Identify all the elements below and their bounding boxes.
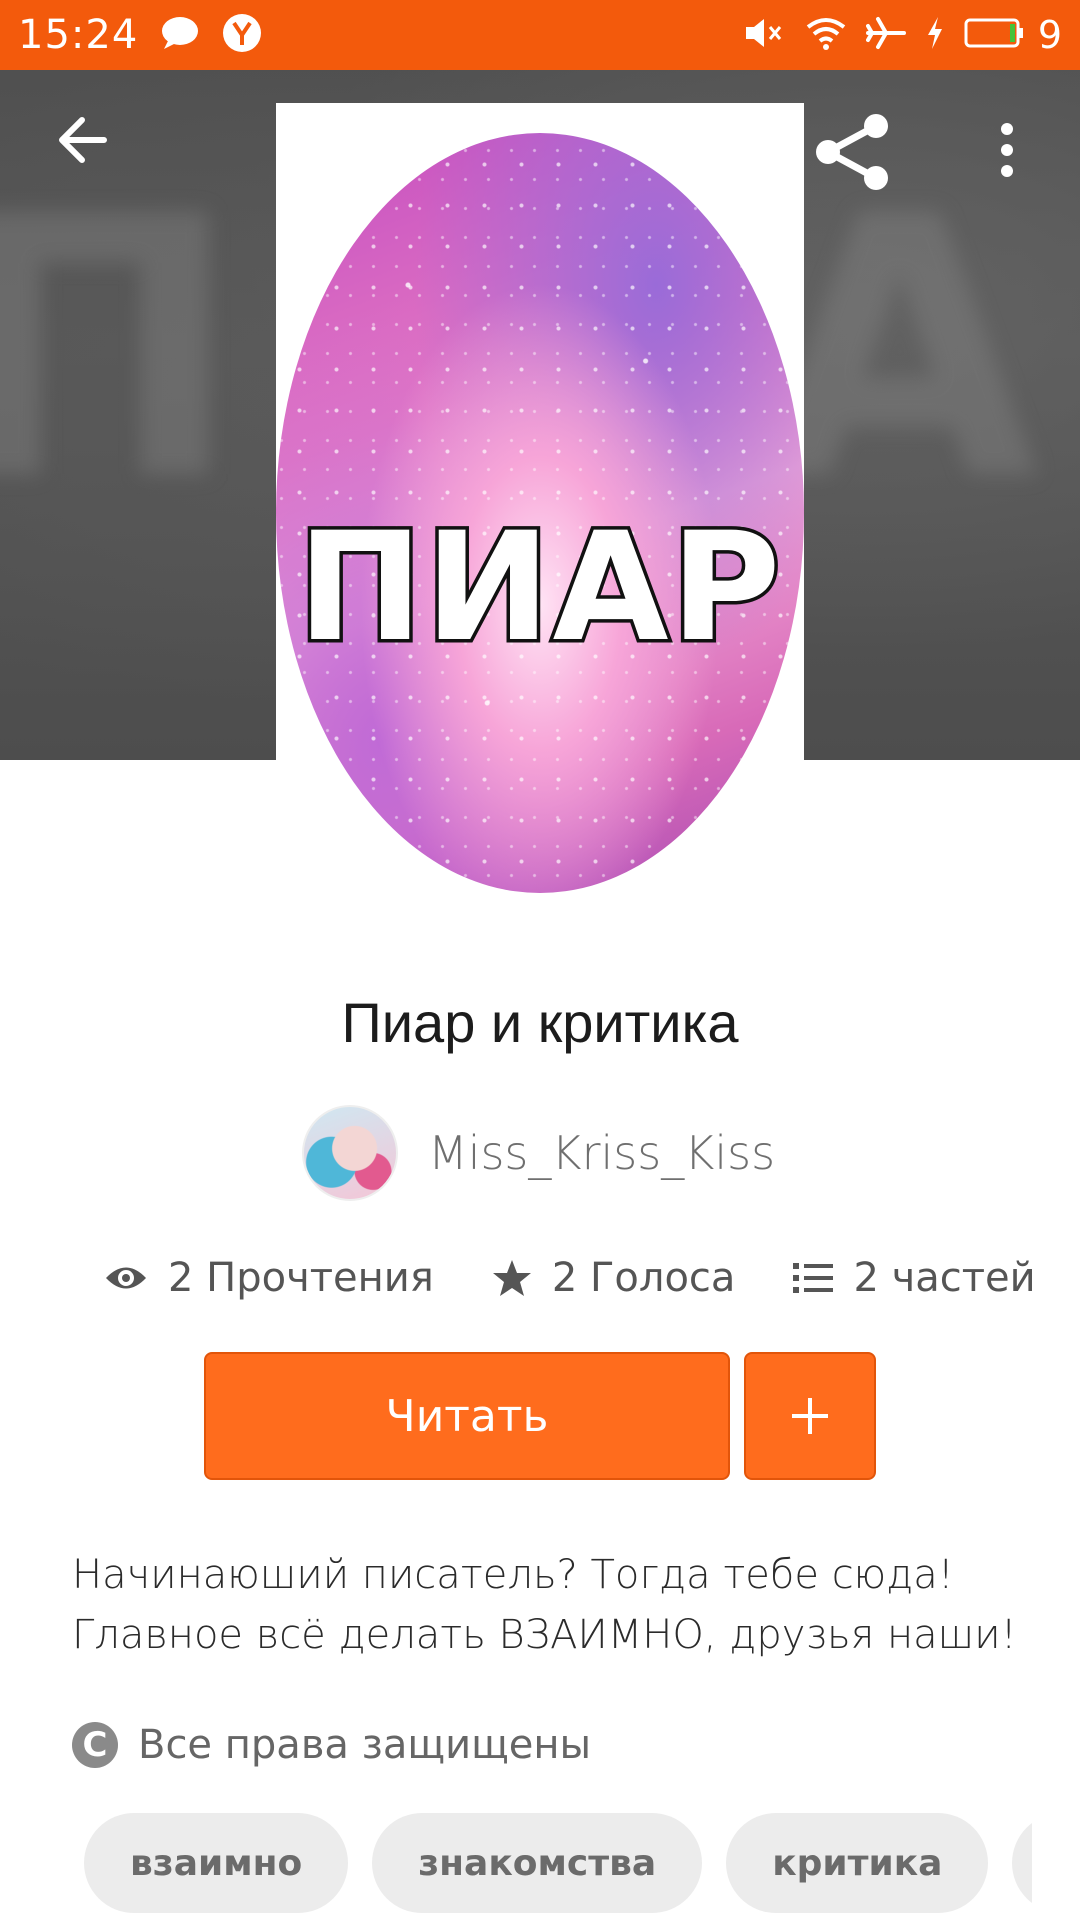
cover-title-text: ПИАР [294,501,784,675]
mute-icon [742,15,786,56]
status-bar: 15:24 9 [0,0,1080,70]
share-button[interactable] [812,112,892,197]
more-vertical-icon [1001,123,1013,177]
story-stats: 2 Прочтения 2 Голоса 2 частей [104,1255,1036,1301]
tag-chip[interactable]: знакомства [372,1813,703,1913]
battery-level: 9 [1037,13,1062,57]
author-row[interactable]: Miss_Kriss_Kiss [302,1105,775,1201]
copyright-icon: C [72,1722,118,1768]
eye-icon [106,1267,146,1289]
story-cover[interactable]: ПИАР [276,103,804,893]
more-options-button[interactable] [995,120,1019,185]
parts-stat: 2 частей [793,1255,1036,1301]
tag-chip[interactable]: критика [726,1813,989,1913]
charging-icon [924,15,946,56]
star-icon [492,1260,531,1296]
back-button[interactable] [54,110,114,175]
tag-list: взаимно знакомства критика л [84,1813,1032,1920]
description-line: Начинаюший писатель? Тогда тебе сюда! [72,1552,954,1598]
copyright-row: C Все права защищены [72,1722,591,1768]
airplane-icon [865,15,906,56]
battery-icon [964,17,1024,54]
plus-icon [792,1398,828,1434]
tag-chip[interactable]: взаимно [84,1813,349,1913]
votes-stat: 2 Голоса [492,1255,736,1301]
share-icon [816,114,888,190]
wifi-icon [804,15,848,56]
arrow-left-icon [59,117,107,163]
reads-count: 2 Прочтения [168,1255,434,1301]
yandex-icon [222,13,262,58]
read-button[interactable]: Читать [204,1352,730,1480]
status-time: 15:24 [18,12,139,58]
avatar[interactable] [302,1105,398,1201]
tag-chip[interactable]: л [1012,1813,1032,1913]
story-description: Начинаюший писатель? Тогда тебе сюда! Гл… [72,1545,1032,1665]
reads-stat: 2 Прочтения [104,1255,434,1301]
copyright-label: Все права защищены [138,1722,592,1768]
votes-count: 2 Голоса [551,1255,736,1301]
author-name[interactable]: Miss_Kriss_Kiss [428,1126,775,1180]
description-line: Главное всё делать ВЗАИМНО, друзья наши! [72,1612,1017,1658]
story-title: Пиар и критика [341,991,739,1054]
parts-count: 2 частей [853,1255,1036,1301]
chat-bubble-icon [160,15,200,56]
blurred-cover-text: П [0,140,242,559]
add-to-library-button[interactable] [744,1352,876,1480]
list-icon [793,1263,834,1293]
